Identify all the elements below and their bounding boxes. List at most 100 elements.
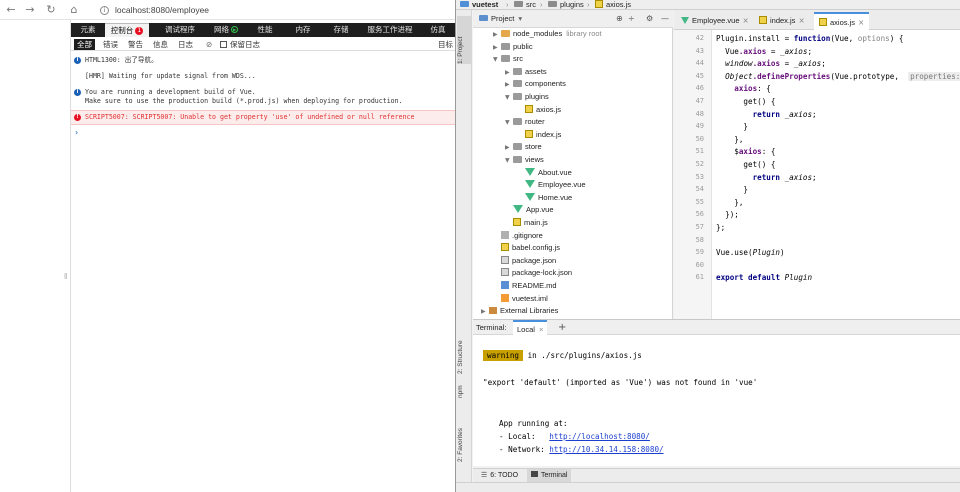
tree-item[interactable]: ▼ src [473, 53, 673, 66]
target-label[interactable]: 目标 [435, 39, 455, 50]
warning-badge: warning [483, 350, 524, 361]
project-icon [479, 15, 488, 21]
bottom-tool-bar: ☰ 6: TODO Terminal [473, 468, 960, 482]
folder-icon [548, 1, 557, 7]
tab-console[interactable]: 控制台 1 [105, 23, 149, 37]
tab-storage[interactable]: 存储 [322, 23, 360, 37]
close-icon[interactable]: × [858, 18, 864, 27]
filter-warnings[interactable]: 警告 [125, 39, 146, 50]
breadcrumb-item[interactable]: plugins [548, 0, 584, 10]
add-terminal-icon[interactable]: + [558, 320, 566, 335]
console-filter-bar: 全部 错误 警告 信息 日志 ⊘ 保留日志 目标 [71, 38, 455, 51]
resize-handle-icon[interactable]: ‖ [64, 272, 69, 284]
tab-memory[interactable]: 内存 [284, 23, 322, 37]
close-icon[interactable]: × [798, 16, 804, 25]
close-icon[interactable]: × [743, 16, 749, 25]
console-error-line[interactable]: ! SCRIPT5007: SCRIPT5007: Unable to get p… [71, 110, 455, 125]
tree-item[interactable]: README.md [473, 280, 673, 293]
refresh-icon[interactable]: ↻ [43, 2, 59, 18]
folder-icon [513, 118, 522, 126]
editor-tab-employee-vue[interactable]: Employee.vue × [676, 12, 754, 30]
close-icon[interactable]: × [539, 325, 543, 334]
tool-tab-npm[interactable]: npm [457, 378, 471, 398]
tree-item[interactable]: ▼ router [473, 116, 673, 129]
console-prompt[interactable]: › [75, 128, 78, 137]
tool-tab-terminal[interactable]: Terminal [527, 469, 572, 482]
tool-tab-todo[interactable]: ☰ 6: TODO [477, 469, 522, 482]
tool-tab-project[interactable]: 1: Project [457, 16, 471, 64]
tree-item-label: components [525, 79, 566, 89]
clear-console-icon[interactable]: ⊘ [203, 39, 215, 50]
tree-item-label: views [525, 155, 544, 164]
preserve-log-checkbox[interactable] [220, 41, 227, 48]
filter-errors[interactable]: 错误 [100, 39, 121, 50]
tree-item-label: Home.vue [538, 192, 573, 202]
tab-debugger[interactable]: 调试程序 [156, 23, 204, 37]
tree-item[interactable]: Home.vue [473, 192, 673, 205]
breadcrumb-item[interactable]: vuetest [460, 0, 498, 10]
tree-item[interactable]: App.vue [473, 204, 673, 217]
collapse-icon[interactable]: ÷ [628, 10, 635, 28]
code-line: Vue.axios = _axios; [716, 46, 813, 56]
terminal-icon [531, 471, 538, 477]
tab-elements[interactable]: 元素 [71, 23, 105, 37]
forward-icon[interactable]: → [22, 2, 38, 18]
tab-emulation[interactable]: 仿真 [420, 23, 455, 37]
tree-item[interactable]: About.vue [473, 167, 673, 180]
code-area[interactable]: Plugin.install = function(Vue, options) … [674, 30, 960, 319]
tree-item[interactable]: vuetest.iml [473, 293, 673, 306]
tree-item[interactable]: axios.js [473, 104, 673, 117]
tab-network[interactable]: 网络 ▶ [206, 23, 246, 37]
home-icon[interactable]: ⌂ [66, 2, 82, 18]
code-editor: Employee.vue × index.js × axios.js × 42 43 44… [674, 10, 960, 319]
back-icon[interactable]: ← [3, 2, 19, 18]
tree-item[interactable]: Employee.vue [473, 179, 673, 192]
breadcrumb-item[interactable]: axios.js [595, 0, 631, 10]
local-url-link[interactable]: http://localhost:8080/ [549, 432, 650, 441]
address-bar[interactable]: i localhost:8080/employee [100, 2, 450, 18]
tab-performance[interactable]: 性能 [246, 23, 284, 37]
tree-item[interactable]: package.json [473, 255, 673, 268]
tree-item[interactable]: ▶ components [473, 78, 673, 91]
code-line: Object.defineProperties(Vue.prototype, p… [716, 71, 960, 81]
network-url-link[interactable]: http://10.34.14.158:8080/ [549, 445, 663, 454]
folder-icon [514, 1, 523, 7]
tree-item[interactable]: ▶ External Libraries [473, 305, 673, 318]
editor-tab-index-js[interactable]: index.js × [754, 12, 810, 30]
tree-item[interactable]: ▼ views [473, 154, 673, 167]
filter-all[interactable]: 全部 [74, 39, 95, 50]
tree-item[interactable]: ▶ assets [473, 66, 673, 79]
tree-item[interactable]: .gitignore [473, 230, 673, 243]
tree-item[interactable]: babel.config.js [473, 242, 673, 255]
breadcrumb-item[interactable]: src [514, 0, 536, 10]
project-view-selector[interactable]: Project ▾ [479, 10, 522, 28]
collapse-arrow-icon[interactable]: ▶ [481, 306, 489, 319]
editor-tab-axios-js[interactable]: axios.js × [814, 12, 870, 30]
minimize-icon[interactable]: — [661, 10, 669, 28]
tree-item[interactable]: package-lock.json [473, 267, 673, 280]
tool-tab-favorites[interactable]: 2: Favorites [457, 410, 471, 462]
filter-logs[interactable]: 日志 [175, 39, 196, 50]
tree-item[interactable]: ▶ store [473, 141, 673, 154]
tree-item[interactable]: ▼ plugins [473, 91, 673, 104]
preserve-log-toggle[interactable]: 保留日志 [217, 39, 263, 50]
tree-item[interactable]: main.js [473, 217, 673, 230]
ide-window: vuetest › src › plugins › axios.js 1: Pr… [455, 0, 960, 492]
info-icon[interactable]: i [100, 6, 109, 16]
tree-item[interactable]: index.js [473, 129, 673, 142]
js-file-icon [525, 104, 533, 113]
filter-info[interactable]: 信息 [150, 39, 171, 50]
tab-service-workers[interactable]: 服务工作进程 [360, 23, 420, 37]
folder-icon [513, 143, 522, 151]
tree-item[interactable]: ▶ public [473, 41, 673, 54]
tree-item[interactable]: ▶ node_modules library root [473, 28, 673, 41]
locate-icon[interactable]: ⊕ [616, 10, 623, 28]
code-line: }; [716, 223, 726, 232]
terminal-tab-local[interactable]: Local × [513, 320, 548, 335]
browser-nav-bar: ← → ↻ ⌂ i localhost:8080/employee [0, 0, 455, 20]
folder-icon [501, 30, 510, 37]
console-line: i HTML1300: 出了导航。 [71, 56, 455, 65]
tree-item-label: babel.config.js [512, 243, 560, 253]
gear-icon[interactable]: ⚙ [646, 10, 653, 28]
tool-tab-structure[interactable]: 2: Structure [457, 318, 471, 374]
